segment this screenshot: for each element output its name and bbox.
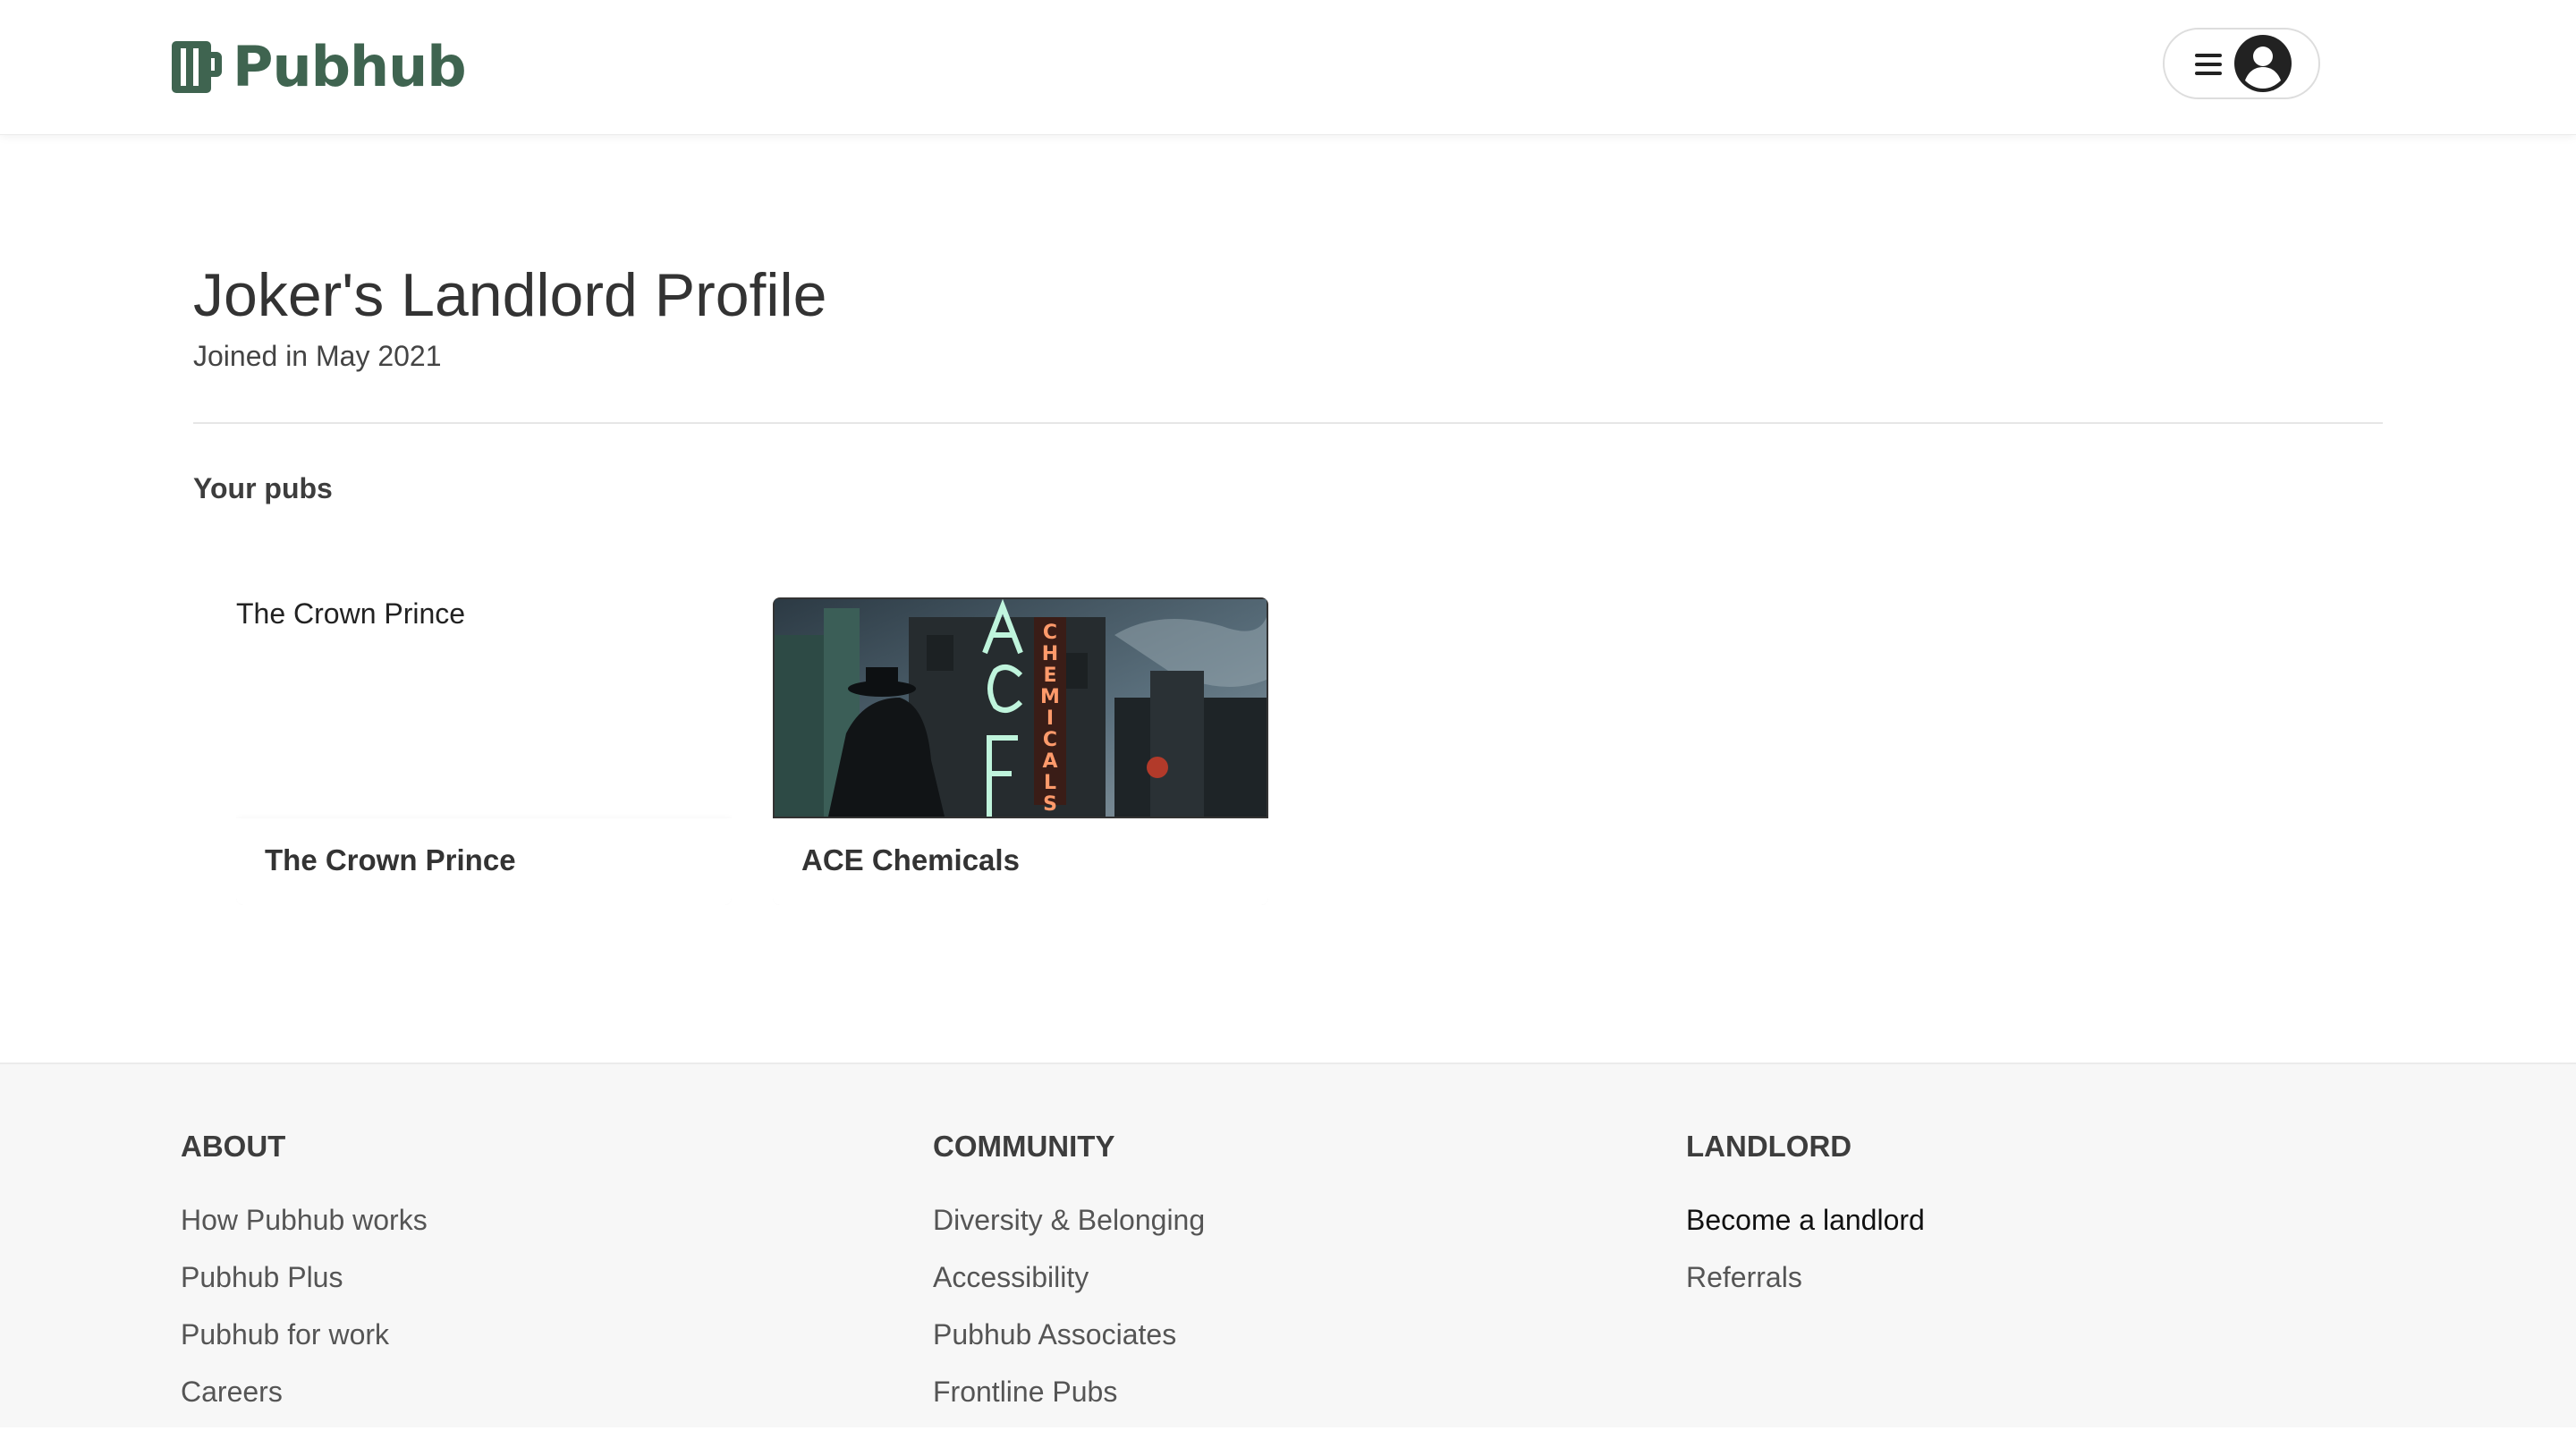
- user-menu-button[interactable]: [2163, 28, 2320, 99]
- svg-text:A: A: [1042, 750, 1057, 773]
- footer-heading-community: COMMUNITY: [933, 1130, 1115, 1163]
- svg-text:C: C: [1043, 729, 1057, 751]
- page-title: Joker's Landlord Profile: [193, 261, 827, 329]
- pub-card-name: The Crown Prince: [265, 843, 516, 876]
- footer-link-become-a-landlord[interactable]: Become a landlord: [1686, 1202, 1925, 1238]
- pub-card-ace-chemicals[interactable]: C H E M I C A L S ACE Chemicals: [773, 597, 1268, 905]
- beer-mug-icon: [172, 41, 222, 93]
- divider: [193, 422, 2383, 424]
- footer-link-pubhub-associates[interactable]: Pubhub Associates: [933, 1317, 1205, 1352]
- top-navbar: Pubhub: [0, 0, 2576, 135]
- pub-card-name: ACE Chemicals: [801, 843, 1020, 876]
- svg-text:L: L: [1044, 772, 1056, 794]
- user-avatar-icon: [2234, 35, 2292, 92]
- logo-text: Pubhub: [233, 34, 467, 99]
- footer-link-frontline-pubs[interactable]: Frontline Pubs: [933, 1374, 1205, 1410]
- footer-link-how-pubhub-works[interactable]: How Pubhub works: [181, 1202, 428, 1238]
- section-title-your-pubs: Your pubs: [193, 472, 333, 504]
- footer-column-community: COMMUNITY Diversity & Belonging Accessib…: [933, 1129, 1205, 1431]
- svg-text:C: C: [1043, 622, 1057, 644]
- broken-image-alt-text: The Crown Prince: [236, 597, 466, 630]
- svg-text:I: I: [1046, 707, 1054, 730]
- footer-heading-about: ABOUT: [181, 1130, 286, 1163]
- footer-column-about: ABOUT How Pubhub works Pubhub Plus Pubhu…: [181, 1129, 428, 1431]
- svg-text:M: M: [1040, 686, 1060, 708]
- footer: ABOUT How Pubhub works Pubhub Plus Pubhu…: [0, 1063, 2576, 1427]
- footer-heading-landlord: LANDLORD: [1686, 1130, 1852, 1163]
- footer-link-pubhub-for-work[interactable]: Pubhub for work: [181, 1317, 428, 1352]
- ace-chemicals-image: C H E M I C A L S: [775, 599, 1267, 817]
- hamburger-icon: [2195, 54, 2222, 77]
- pub-image-ace-chemicals: C H E M I C A L S: [773, 597, 1268, 818]
- footer-link-referrals[interactable]: Referrals: [1686, 1259, 1925, 1295]
- svg-text:S: S: [1043, 793, 1057, 816]
- pub-card-the-crown-prince[interactable]: The Crown Prince The Crown Prince: [236, 597, 732, 905]
- footer-link-careers[interactable]: Careers: [181, 1374, 428, 1410]
- pub-card-label-box: The Crown Prince: [236, 818, 732, 905]
- joined-date: Joined in May 2021: [193, 340, 442, 372]
- footer-link-diversity-belonging[interactable]: Diversity & Belonging: [933, 1202, 1205, 1238]
- footer-link-accessibility[interactable]: Accessibility: [933, 1259, 1205, 1295]
- svg-text:E: E: [1043, 665, 1056, 687]
- footer-link-pubhub-plus[interactable]: Pubhub Plus: [181, 1259, 428, 1295]
- pub-card-label-box: ACE Chemicals: [773, 818, 1268, 905]
- footer-column-landlord: LANDLORD Become a landlord Referrals: [1686, 1129, 1925, 1317]
- svg-text:H: H: [1042, 643, 1058, 665]
- pubhub-logo[interactable]: Pubhub: [170, 34, 467, 99]
